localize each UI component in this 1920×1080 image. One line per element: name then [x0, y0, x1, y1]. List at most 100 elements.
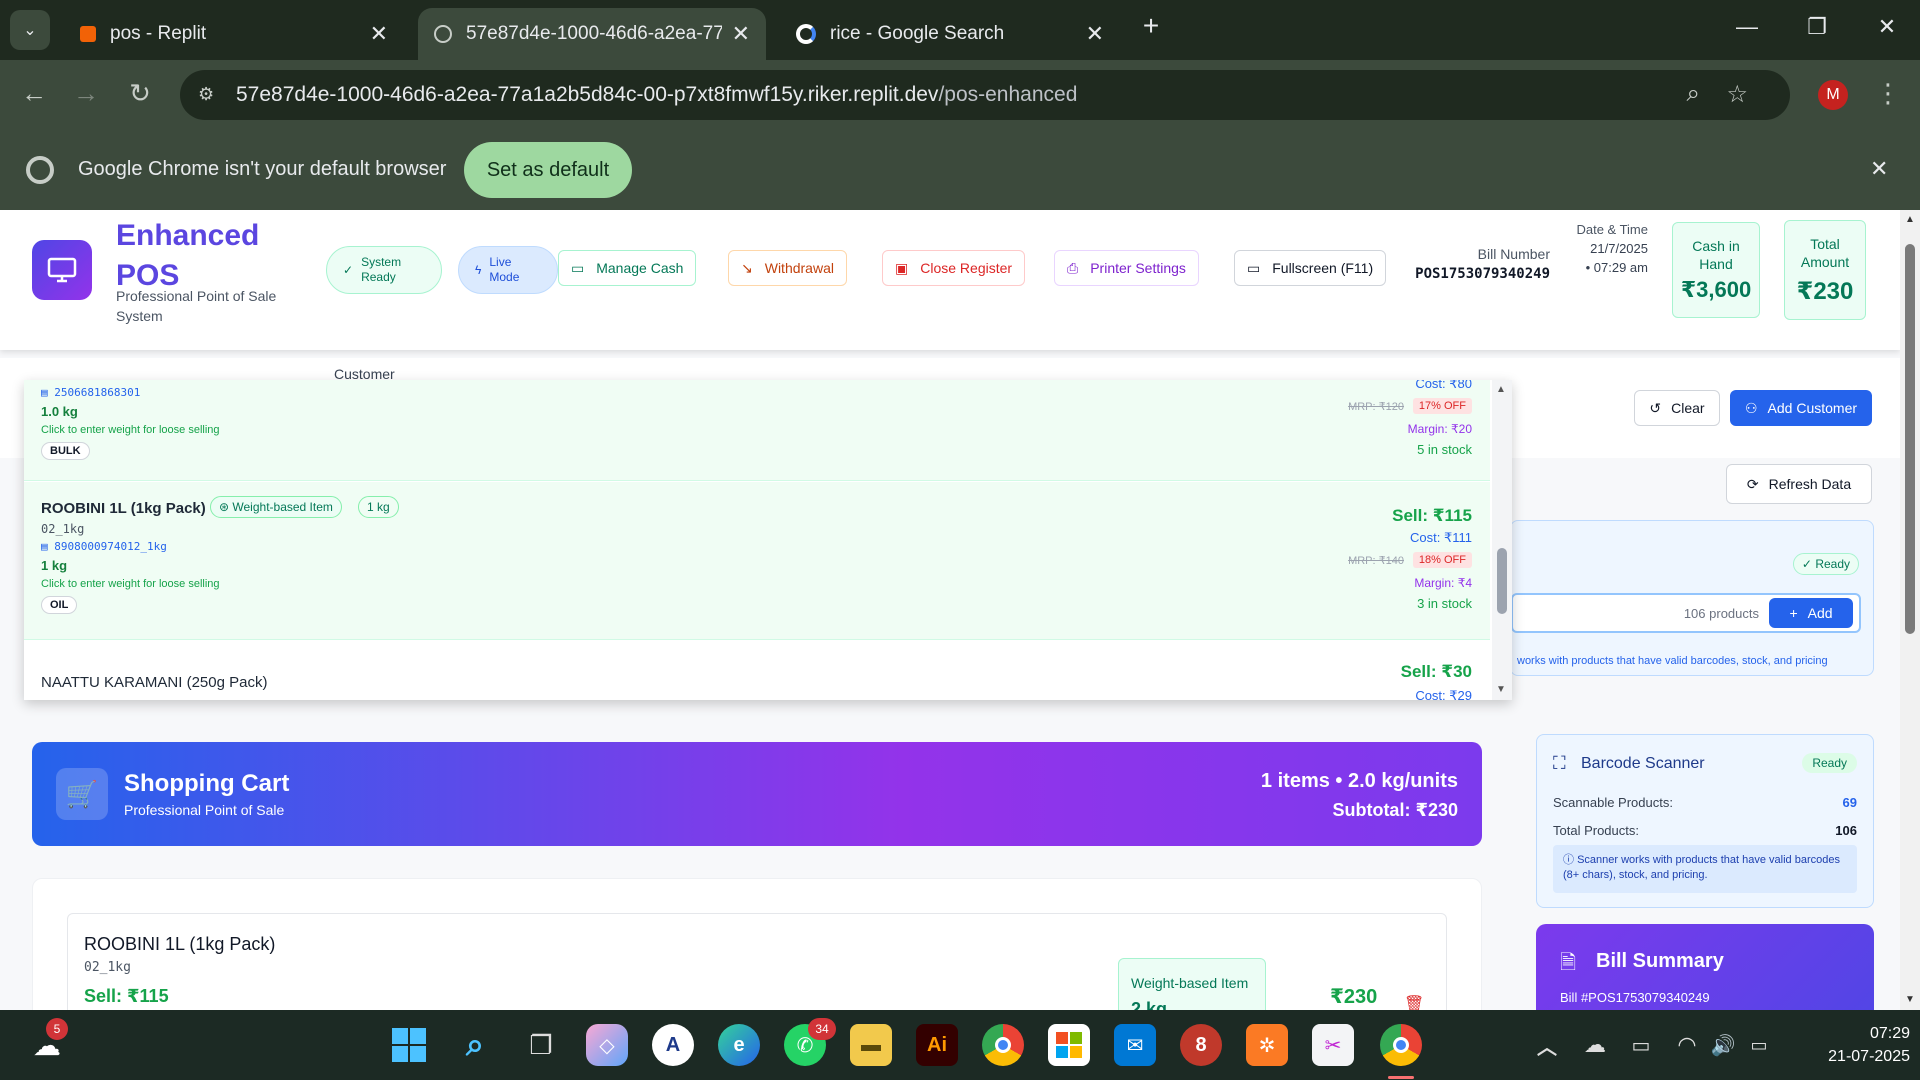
printer-settings-button[interactable]: ⎙ Printer Settings — [1054, 250, 1199, 286]
add-customer-label: Add Customer — [1767, 400, 1858, 416]
outlook-icon[interactable]: ✉ — [1114, 1024, 1156, 1066]
scanner-note: ⓘ Scanner works with products that have … — [1553, 845, 1857, 893]
close-icon[interactable]: ✕ — [370, 21, 388, 47]
url-path: /pos-enhanced — [938, 83, 1078, 106]
google-icon — [796, 24, 816, 44]
scroll-up-arrow[interactable]: ▲ — [1905, 214, 1915, 225]
snipping-tool-icon[interactable]: ✂ — [1312, 1024, 1354, 1066]
tab-search-button[interactable]: ⌄ — [10, 10, 50, 50]
forward-button[interactable]: → — [70, 78, 102, 109]
start-icon[interactable] — [388, 1024, 430, 1066]
rotate-ccw-icon: ↺ — [1649, 399, 1662, 416]
shopping-cart-banner: 🛒 Shopping Cart Professional Point of Sa… — [32, 742, 1482, 846]
page-scrollbar[interactable]: ▲ ▼ — [1900, 210, 1920, 1010]
weight-based-label: Weight-based Item — [1131, 975, 1249, 991]
product-sell-price: Sell: ₹30 — [1400, 662, 1472, 681]
close-register-button[interactable]: ▣ Close Register — [882, 250, 1026, 286]
cart-item-name: ROOBINI 1L (1kg Pack) — [84, 934, 276, 954]
close-icon[interactable]: ✕ — [732, 21, 750, 47]
tab-google-search[interactable]: rice - Google Search ✕ — [780, 8, 1120, 60]
stock-count: 3 in stock — [1417, 596, 1472, 611]
close-infobar-icon[interactable]: ✕ — [1870, 156, 1888, 182]
trash-icon[interactable]: 🗑 — [1404, 994, 1424, 1010]
bookmark-star-icon[interactable]: ☆ — [1726, 80, 1748, 109]
products-count: 106 products — [1683, 606, 1759, 621]
product-search-input[interactable]: 106 products + Add — [1511, 593, 1861, 633]
battery-icon[interactable]: ▭ — [1738, 1024, 1780, 1066]
clear-button[interactable]: ↺ Clear — [1634, 390, 1720, 426]
plus-icon: + — [1789, 605, 1798, 621]
chevron-up-icon[interactable]: ︿ — [1526, 1024, 1568, 1066]
product-name: ROOBINI 1L (1kg Pack) — [41, 500, 206, 517]
bill-number-block: Bill Number POS1753079340249 — [1400, 246, 1550, 282]
infobar-message: Google Chrome isn't your default browser — [78, 158, 447, 180]
onedrive-icon[interactable]: ☁ — [1574, 1024, 1616, 1066]
set-as-default-button[interactable]: Set as default — [464, 142, 632, 198]
category-badge: OIL — [41, 596, 78, 614]
scroll-down-arrow[interactable]: ▼ — [1496, 684, 1506, 695]
address-bar[interactable]: ⚙ 57e87d4e-1000-46d6-a2ea-77a1a2b5d84c-0… — [180, 70, 1790, 120]
fullscreen-button[interactable]: ▭ Fullscreen (F11) — [1234, 250, 1387, 286]
app-store-icon[interactable]: A — [652, 1024, 694, 1066]
system-clock[interactable]: 07:29 21-07-2025 — [1790, 1022, 1910, 1068]
scannable-label: Scannable Products: — [1553, 795, 1673, 810]
illustrator-icon[interactable]: Ai — [916, 1024, 958, 1066]
chrome-profile-icon[interactable] — [1380, 1024, 1422, 1066]
edge-icon[interactable]: e — [718, 1024, 760, 1066]
default-browser-infobar: Google Chrome isn't your default browser… — [0, 130, 1920, 210]
withdrawal-button[interactable]: ↘ Withdrawal — [728, 250, 847, 286]
brand-subtitle: Professional Point of Sale System — [116, 288, 277, 324]
product-barcode: ▤ 8908000974012_1kg — [41, 540, 167, 553]
restore-button[interactable]: ❐ — [1802, 14, 1832, 40]
close-window-button[interactable]: ✕ — [1872, 14, 1902, 40]
total-products-label: Total Products: — [1553, 823, 1639, 838]
tab-pos-app[interactable]: 57e87d4e-1000-46d6-a2ea-77a ✕ — [418, 8, 766, 60]
discount-badge: 18% OFF — [1412, 552, 1472, 568]
minimize-button[interactable]: — — [1732, 14, 1762, 40]
datetime-label: Date & Time — [1576, 222, 1648, 237]
close-icon[interactable]: ✕ — [1086, 21, 1104, 47]
product-cost: Cost: ₹80 — [1415, 380, 1472, 391]
list-item[interactable]: ▤ 2506681868301 1.0 kg Click to enter we… — [24, 380, 1490, 481]
file-explorer-icon[interactable]: ▬ — [850, 1024, 892, 1066]
task-view-icon[interactable]: ❐ — [520, 1024, 562, 1066]
scroll-up-arrow[interactable]: ▲ — [1496, 384, 1506, 395]
scroll-down-arrow[interactable]: ▼ — [1905, 994, 1915, 1005]
chrome-icon[interactable] — [982, 1024, 1024, 1066]
reload-button[interactable]: ↻ — [124, 78, 156, 109]
tab-replit[interactable]: pos - Replit ✕ — [64, 8, 404, 60]
git-icon[interactable]: 8 — [1180, 1024, 1222, 1066]
total-products-value: 106 — [1835, 823, 1857, 838]
live-mode-badge[interactable]: ϟ Live Mode — [458, 246, 558, 294]
ready-label: Ready — [1815, 557, 1850, 571]
search-icon[interactable]: ⌕ — [454, 1024, 496, 1066]
bill-summary-panel: 🗎 Bill Summary Bill #POS1753079340249 — [1536, 924, 1874, 1010]
user-plus-icon: ⚇ — [1744, 399, 1758, 416]
cart-item-total: ₹230 — [1330, 986, 1378, 1008]
discount-badge: 17% OFF — [1412, 398, 1472, 414]
new-tab-button[interactable]: + — [1136, 10, 1166, 42]
system-ready-badge: ✓ System Ready — [326, 246, 442, 294]
refresh-data-button[interactable]: ⟳ Refresh Data — [1726, 464, 1872, 504]
display-icon[interactable]: ▭ — [1620, 1024, 1662, 1066]
add-customer-button[interactable]: ⚇ Add Customer — [1730, 390, 1872, 426]
back-button[interactable]: ← — [18, 78, 50, 109]
scroll-thumb[interactable] — [1905, 244, 1915, 634]
microsoft-store-icon[interactable] — [1048, 1024, 1090, 1066]
list-item[interactable]: NAATTU KARAMANI (250g Pack) Sell: ₹30 Co… — [24, 642, 1490, 700]
add-product-button[interactable]: + Add — [1769, 598, 1853, 628]
zoom-icon[interactable]: ⌕ — [1687, 80, 1700, 108]
profile-avatar[interactable]: M — [1818, 80, 1848, 110]
lightning-icon: ϟ — [475, 262, 482, 277]
menu-icon[interactable]: ⋮ — [1872, 78, 1904, 109]
manage-cash-button[interactable]: ▭ Manage Cash — [558, 250, 697, 286]
barcode-scanner-panel: ⛶ Barcode Scanner Ready Scannable Produc… — [1536, 734, 1874, 908]
list-item[interactable]: ROOBINI 1L (1kg Pack) ⊛ Weight-based Ite… — [24, 482, 1490, 640]
scroll-thumb[interactable] — [1497, 548, 1507, 614]
time-value: • 07:29 am — [1585, 260, 1648, 275]
xampp-icon[interactable]: ✲ — [1246, 1024, 1288, 1066]
copilot-icon[interactable]: ◇ — [586, 1024, 628, 1066]
cart-summary: 1 items • 2.0 kg/units — [1260, 770, 1458, 792]
dropdown-scrollbar[interactable]: ▲ ▼ — [1492, 380, 1512, 700]
site-info-icon[interactable]: ⚙ — [198, 84, 214, 105]
